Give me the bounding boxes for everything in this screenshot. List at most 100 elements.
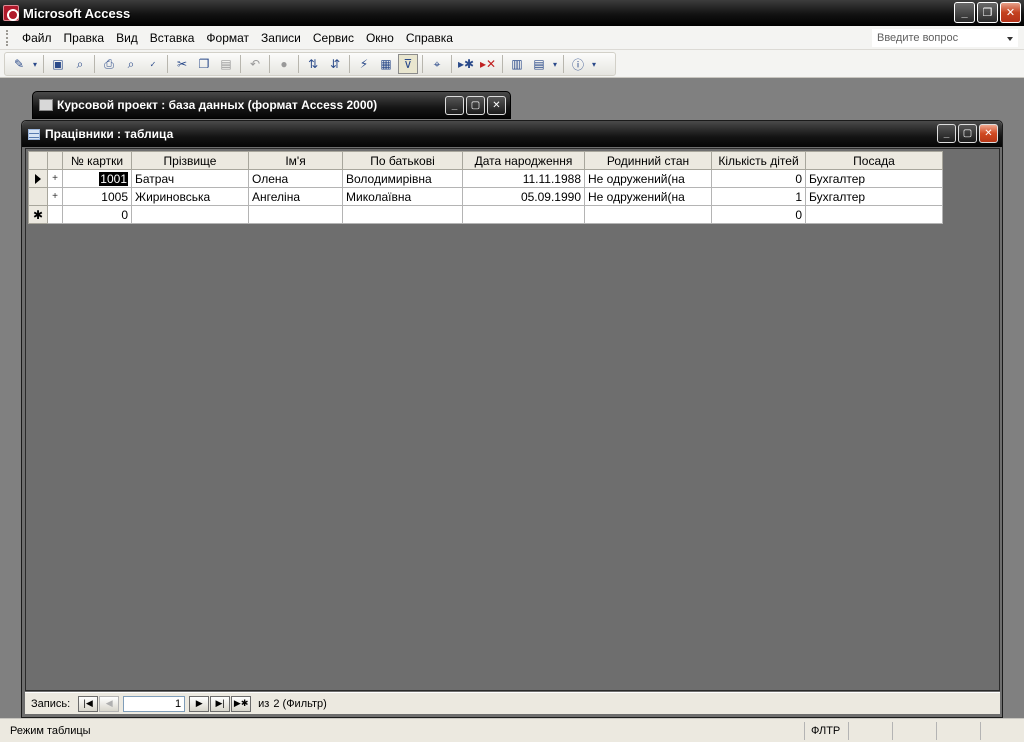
column-header-marital-status[interactable]: Родинний стан <box>584 151 712 170</box>
cell-children[interactable]: 0 <box>711 169 806 188</box>
row-selector[interactable] <box>28 187 48 206</box>
cell-birth-date[interactable] <box>462 205 585 224</box>
file-search-icon[interactable]: ⌕ <box>70 54 90 74</box>
access-app-icon[interactable] <box>3 5 19 21</box>
cell-marital-status[interactable]: Не одружений(на <box>584 169 712 188</box>
app-title: Microsoft Access <box>23 5 131 21</box>
delete-record-icon[interactable]: ▸✕ <box>478 54 498 74</box>
menu-file[interactable]: Файл <box>16 31 58 45</box>
menu-edit[interactable]: Правка <box>58 31 111 45</box>
toolbar-options-icon[interactable]: ▾ <box>590 54 598 74</box>
apply-filter-icon[interactable]: ⊽ <box>398 54 418 74</box>
table-minimize-button[interactable]: _ <box>937 124 956 143</box>
last-record-button[interactable]: ▶| <box>210 695 231 712</box>
paste-icon[interactable]: ▤ <box>216 54 236 74</box>
cell-marital-status[interactable]: Не одружений(на <box>584 187 712 206</box>
select-all-cell[interactable] <box>28 151 48 170</box>
menu-grip[interactable] <box>6 29 10 46</box>
cell-surname[interactable]: Жириновська <box>131 187 249 206</box>
cell-birth-date[interactable]: 05.09.1990 <box>462 187 585 206</box>
new-record-nav-button[interactable]: ▶✱ <box>231 695 252 712</box>
app-restore-button[interactable]: ❐ <box>977 2 998 23</box>
database-window[interactable]: Курсовой проект : база данных (формат Ac… <box>32 91 511 119</box>
undo-icon[interactable]: ↶ <box>245 54 265 74</box>
menu-records[interactable]: Записи <box>255 31 307 45</box>
app-minimize-button[interactable]: _ <box>954 2 975 23</box>
current-record-input[interactable]: 1 <box>123 695 186 712</box>
new-record-row[interactable]: ✱ 0 0 <box>28 205 943 224</box>
cell-name[interactable] <box>248 205 343 224</box>
menu-insert[interactable]: Вставка <box>144 31 201 45</box>
help-dropdown-icon[interactable] <box>1007 37 1013 41</box>
column-header-name[interactable]: Ім'я <box>248 151 343 170</box>
menu-format[interactable]: Формат <box>200 31 255 45</box>
print-icon[interactable]: ⎙ <box>99 54 119 74</box>
cell-marital-status[interactable] <box>584 205 712 224</box>
hyperlink-icon[interactable]: ● <box>274 54 294 74</box>
cell-children[interactable]: 1 <box>711 187 806 206</box>
new-record-icon[interactable]: ▸✱ <box>456 54 476 74</box>
cell-name[interactable]: Ангеліна <box>248 187 343 206</box>
cell-position[interactable] <box>805 205 943 224</box>
new-record-selector[interactable]: ✱ <box>28 205 48 224</box>
cell-position[interactable]: Бухгалтер <box>805 187 943 206</box>
filter-by-selection-icon[interactable]: ⚡ <box>354 54 374 74</box>
cell-patronymic[interactable] <box>342 205 463 224</box>
expand-subdatasheet-icon[interactable]: + <box>47 187 63 206</box>
cell-card-no[interactable]: 1001 <box>62 169 132 188</box>
copy-icon[interactable]: ❐ <box>194 54 214 74</box>
table-row[interactable]: + 1005 Жириновська Ангеліна Миколаївна 0… <box>28 187 943 206</box>
help-icon[interactable]: ⓘ <box>568 54 588 74</box>
table-close-button[interactable]: ✕ <box>979 124 998 143</box>
db-close-button[interactable]: ✕ <box>487 96 506 115</box>
cell-card-no[interactable]: 1005 <box>62 187 132 206</box>
column-header-children[interactable]: Кількість дітей <box>711 151 806 170</box>
column-header-birth-date[interactable]: Дата народження <box>462 151 585 170</box>
column-header-card-no[interactable]: № картки <box>62 151 132 170</box>
cell-birth-date[interactable]: 11.11.1988 <box>462 169 585 188</box>
help-question-input[interactable]: Введите вопрос <box>872 29 1018 47</box>
db-minimize-button[interactable]: _ <box>445 96 464 115</box>
cell-patronymic[interactable]: Миколаївна <box>342 187 463 206</box>
cell-surname[interactable]: Батрач <box>131 169 249 188</box>
database-window-icon[interactable]: ▥ <box>507 54 527 74</box>
first-record-button[interactable]: |◀ <box>78 695 99 712</box>
cell-name[interactable]: Олена <box>248 169 343 188</box>
cell-patronymic[interactable]: Володимирівна <box>342 169 463 188</box>
cell-surname[interactable] <box>131 205 249 224</box>
view-dropdown-icon[interactable]: ▾ <box>31 54 39 74</box>
new-object-dropdown-icon[interactable]: ▾ <box>551 54 559 74</box>
database-window-controls: _ ▢ ✕ <box>445 96 506 115</box>
previous-record-button[interactable]: ◀ <box>99 695 120 712</box>
column-header-position[interactable]: Посада <box>805 151 943 170</box>
filter-by-form-icon[interactable]: ▦ <box>376 54 396 74</box>
app-close-button[interactable]: ✕ <box>1000 2 1021 23</box>
row-selector-current[interactable] <box>28 169 48 188</box>
table-row[interactable]: + 1001 Батрач Олена Володимирівна 11.11.… <box>28 169 943 188</box>
view-icon[interactable]: ✎ <box>9 54 29 74</box>
menu-window[interactable]: Окно <box>360 31 400 45</box>
menu-help[interactable]: Справка <box>400 31 459 45</box>
cell-children[interactable]: 0 <box>711 205 806 224</box>
new-object-icon[interactable]: ▤ <box>529 54 549 74</box>
db-maximize-button[interactable]: ▢ <box>466 96 485 115</box>
database-window-title: Курсовой проект : база данных (формат Ac… <box>57 98 378 112</box>
column-header-surname[interactable]: Прізвище <box>131 151 249 170</box>
sort-ascending-icon[interactable]: ⇅ <box>303 54 323 74</box>
menu-tools[interactable]: Сервис <box>307 31 360 45</box>
menu-view[interactable]: Вид <box>110 31 144 45</box>
next-record-button[interactable]: ▶ <box>189 695 210 712</box>
selected-text: 1001 <box>99 171 128 186</box>
cut-icon[interactable]: ✂ <box>172 54 192 74</box>
print-preview-icon[interactable]: ⌕ <box>121 54 141 74</box>
table-window-titlebar[interactable]: Працівники : таблица _ ▢ ✕ <box>22 121 1002 147</box>
table-maximize-button[interactable]: ▢ <box>958 124 977 143</box>
sort-descending-icon[interactable]: ⇵ <box>325 54 345 74</box>
column-header-patronymic[interactable]: По батькові <box>342 151 463 170</box>
spelling-icon[interactable]: ✓ <box>143 54 163 74</box>
expand-subdatasheet-icon[interactable]: + <box>47 169 63 188</box>
save-icon[interactable]: ▣ <box>48 54 68 74</box>
cell-card-no[interactable]: 0 <box>62 205 132 224</box>
find-icon[interactable]: ⌖ <box>427 54 447 74</box>
cell-position[interactable]: Бухгалтер <box>805 169 943 188</box>
